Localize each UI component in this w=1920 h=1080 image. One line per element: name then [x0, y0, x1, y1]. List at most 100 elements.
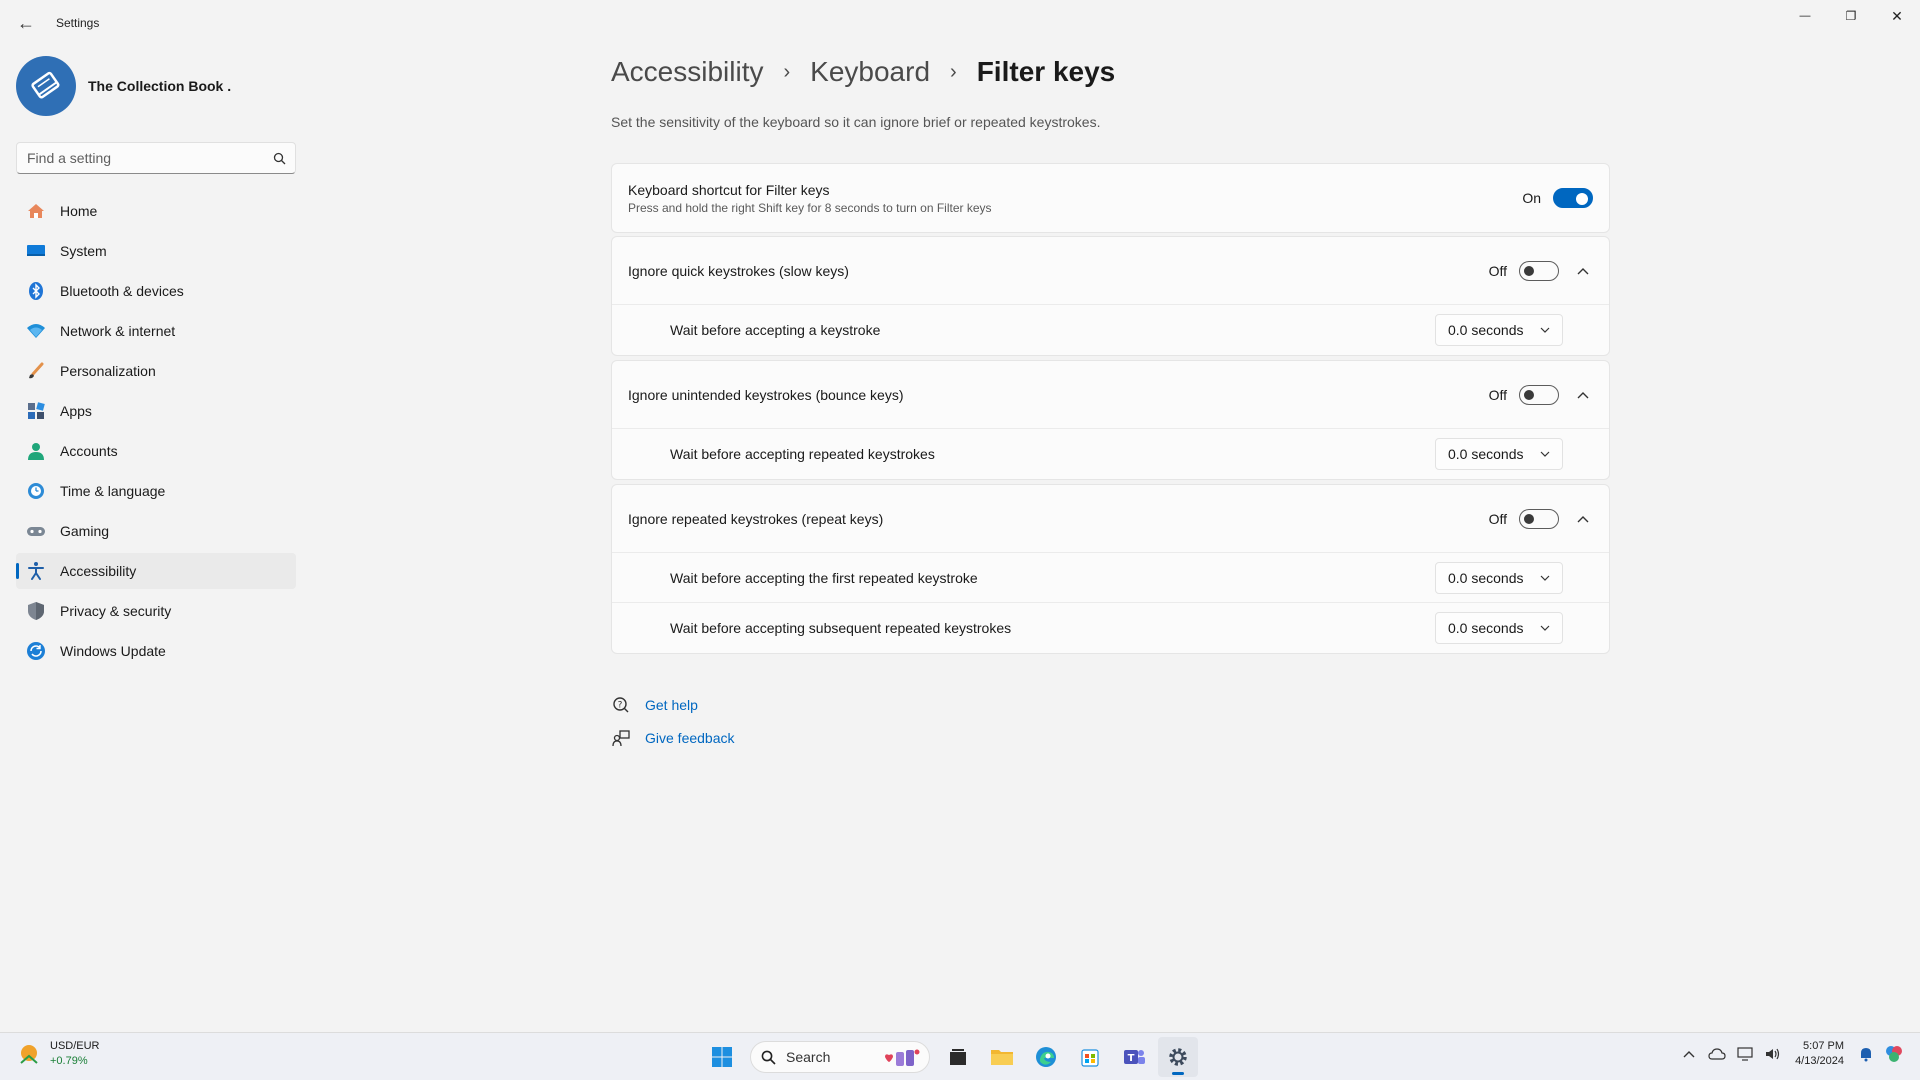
sidebar-item-bluetooth[interactable]: Bluetooth & devices	[16, 273, 296, 309]
sidebar-item-gaming[interactable]: Gaming	[16, 513, 296, 549]
get-help-link[interactable]: ? Get help	[611, 688, 735, 721]
slow-keys-wait-label: Wait before accepting a keystroke	[670, 322, 881, 338]
sidebar-item-windows-update[interactable]: Windows Update	[16, 633, 296, 669]
slow-keys-toggle[interactable]	[1519, 260, 1559, 281]
sidebar-item-network[interactable]: Network & internet	[16, 313, 296, 349]
notification-bell-icon[interactable]	[1855, 1043, 1877, 1065]
sidebar-item-label: Time & language	[60, 483, 166, 499]
breadcrumb-keyboard[interactable]: Keyboard	[810, 56, 930, 88]
bounce-keys-row[interactable]: Ignore unintended keystrokes (bounce key…	[612, 361, 1609, 429]
start-button[interactable]	[702, 1037, 742, 1077]
sidebar-item-accounts[interactable]: Accounts	[16, 433, 296, 469]
repeat-keys-subsequent-label: Wait before accepting subsequent repeate…	[670, 620, 1012, 636]
breadcrumb-separator: ›	[950, 60, 957, 83]
bounce-keys-toggle[interactable]	[1519, 384, 1559, 405]
teams-button[interactable]: T	[1114, 1037, 1154, 1077]
close-button[interactable]: ✕	[1874, 0, 1920, 32]
shortcut-toggle[interactable]	[1553, 188, 1593, 208]
edge-button[interactable]	[1026, 1037, 1066, 1077]
task-view-button[interactable]	[938, 1037, 978, 1077]
teams-icon: T	[1124, 1050, 1145, 1064]
restore-button[interactable]: ❐	[1828, 0, 1874, 32]
bounce-keys-wait-dropdown[interactable]: 0.0 seconds	[1435, 438, 1563, 470]
taskbar: USD/EUR +0.79% Search T 5:07 PM 4/13/202…	[0, 1032, 1920, 1080]
taskbar-search-label: Search	[786, 1049, 831, 1065]
dropdown-value: 0.0 seconds	[1448, 446, 1524, 462]
repeat-keys-card: Ignore repeated keystrokes (repeat keys)…	[611, 484, 1610, 654]
sidebar-item-label: Apps	[60, 403, 92, 419]
chevron-up-icon[interactable]	[1573, 267, 1593, 275]
clock[interactable]: 5:07 PM 4/13/2024	[1795, 1039, 1844, 1069]
slow-keys-row[interactable]: Ignore quick keystrokes (slow keys) Off	[612, 237, 1609, 305]
slow-keys-wait-dropdown[interactable]: 0.0 seconds	[1435, 314, 1563, 346]
slow-keys-wait-row: Wait before accepting a keystroke 0.0 se…	[612, 305, 1609, 355]
sidebar-item-label: Network & internet	[60, 323, 176, 339]
repeat-keys-subsequent-dropdown[interactable]: 0.0 seconds	[1435, 612, 1563, 644]
restore-icon: ❐	[1845, 9, 1857, 23]
repeat-keys-row[interactable]: Ignore repeated keystrokes (repeat keys)…	[612, 485, 1609, 553]
clock-date: 4/13/2024	[1795, 1055, 1844, 1067]
settings-taskbar-button[interactable]	[1158, 1037, 1198, 1077]
give-feedback-label: Give feedback	[645, 729, 735, 746]
breadcrumb-accessibility[interactable]: Accessibility	[611, 56, 763, 88]
bounce-keys-card: Ignore unintended keystrokes (bounce key…	[611, 360, 1610, 480]
shortcut-row: Keyboard shortcut for Filter keys Press …	[612, 164, 1609, 232]
dropdown-value: 0.0 seconds	[1448, 322, 1524, 338]
sidebar-item-label: System	[60, 243, 107, 259]
currency-icon	[20, 1045, 38, 1064]
search-icon[interactable]	[263, 152, 295, 165]
settings-search[interactable]	[16, 142, 296, 174]
repeat-keys-first-dropdown[interactable]: 0.0 seconds	[1435, 561, 1563, 594]
sidebar-item-privacy-security[interactable]: Privacy & security	[16, 593, 296, 629]
brush-icon	[26, 361, 46, 381]
sidebar-item-label: Privacy & security	[60, 603, 172, 619]
svg-text:T: T	[1128, 1053, 1135, 1064]
folder-icon	[991, 1050, 1013, 1065]
sidebar-item-home[interactable]: Home	[16, 193, 296, 229]
chevron-down-icon	[1540, 625, 1550, 631]
back-button[interactable]: ←	[6, 5, 46, 41]
sidebar-item-time-language[interactable]: Time & language	[16, 473, 296, 509]
repeat-keys-toggle[interactable]	[1519, 508, 1559, 529]
search-input[interactable]	[17, 150, 263, 166]
network-status-icon[interactable]	[1734, 1043, 1756, 1065]
copilot-icon[interactable]	[1883, 1043, 1905, 1065]
chevron-up-icon[interactable]	[1678, 1043, 1700, 1065]
gaming-icon	[26, 521, 46, 541]
windows-logo-icon	[712, 1047, 732, 1067]
update-icon	[26, 641, 46, 661]
give-feedback-link[interactable]: Give feedback	[611, 721, 735, 754]
profile-name: The Collection Book .	[88, 78, 232, 94]
file-explorer-button[interactable]	[982, 1037, 1022, 1077]
back-arrow-icon: ←	[17, 12, 35, 33]
breadcrumb-separator: ›	[783, 60, 791, 83]
sidebar-item-label: Bluetooth & devices	[60, 283, 184, 299]
repeat-keys-first-label: Wait before accepting the first repeated…	[670, 569, 978, 586]
chevron-up-icon[interactable]	[1573, 391, 1593, 399]
shield-icon	[26, 601, 46, 621]
repeat-keys-title: Ignore repeated keystrokes (repeat keys)	[628, 510, 884, 527]
cloud-icon[interactable]	[1706, 1043, 1728, 1065]
sidebar-item-apps[interactable]: Apps	[16, 393, 296, 429]
stock-widget[interactable]: USD/EUR +0.79%	[16, 1039, 100, 1069]
accounts-icon	[26, 441, 46, 461]
book-icon	[31, 71, 60, 99]
search-icon	[761, 1050, 776, 1065]
minimize-button[interactable]: —	[1782, 0, 1828, 32]
sidebar-item-label: Home	[60, 203, 98, 219]
sidebar-item-system[interactable]: System	[16, 233, 296, 269]
store-button[interactable]	[1070, 1037, 1110, 1077]
user-profile[interactable]: The Collection Book .	[16, 56, 231, 116]
feedback-icon	[611, 729, 631, 747]
chevron-up-icon[interactable]	[1573, 515, 1593, 523]
taskbar-search[interactable]: Search	[750, 1041, 930, 1073]
sidebar-item-label: Personalization	[60, 363, 156, 379]
sidebar-item-personalization[interactable]: Personalization	[16, 353, 296, 389]
page-title: Filter keys	[976, 56, 1116, 87]
bounce-keys-wait-label: Wait before accepting repeated keystroke…	[670, 446, 935, 462]
system-tray: 5:07 PM 4/13/2024	[1675, 1039, 1908, 1069]
chevron-down-icon	[1540, 327, 1550, 333]
sidebar-item-label: Accessibility	[60, 563, 137, 579]
sidebar-item-accessibility[interactable]: Accessibility	[16, 553, 296, 589]
volume-icon[interactable]	[1762, 1043, 1784, 1065]
